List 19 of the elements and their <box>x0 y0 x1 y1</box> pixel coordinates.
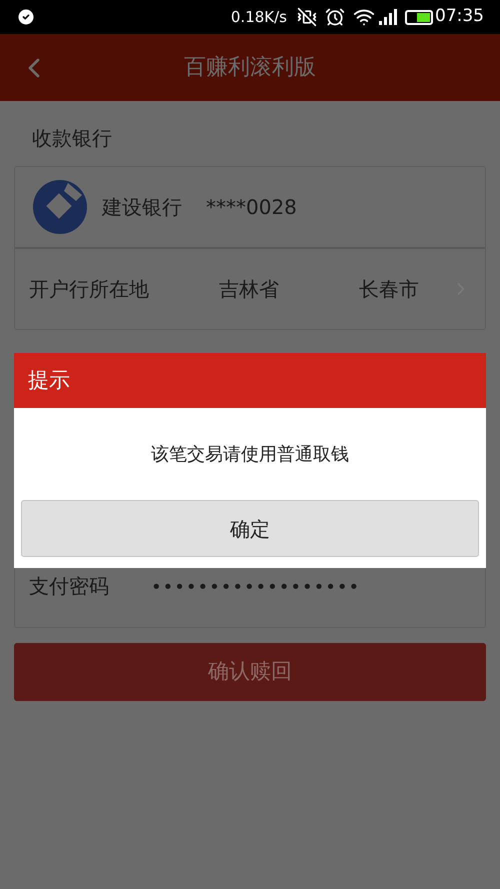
clock: 07:35 <box>435 5 484 28</box>
card-number: ****0028 <box>206 194 297 221</box>
dialog-message: 该笔交易请使用普通取钱 <box>150 443 350 467</box>
alarm-icon <box>325 7 345 27</box>
page-title: 百赚利滚利版 <box>183 54 317 82</box>
bank-name: 建设银行 <box>102 194 182 221</box>
dialog-title: 提示 <box>28 366 70 394</box>
network-speed: 0.18K/s <box>230 6 287 28</box>
battery-icon <box>405 10 433 24</box>
location-row[interactable]: 开户行所在地 吉林省 长春市 <box>15 249 485 329</box>
password-label: 支付密码 <box>29 573 110 600</box>
password-field[interactable]: •••••••••••••••••• <box>151 574 360 601</box>
ok-button[interactable]: 确定 <box>21 500 479 557</box>
section-label: 收款银行 <box>32 125 112 152</box>
vibrate-off-icon <box>297 7 317 27</box>
bank-logo-icon <box>32 179 88 235</box>
check-circle-icon <box>16 7 36 27</box>
confirm-redeem-button[interactable]: 确认赎回 <box>14 643 486 701</box>
signal-icon <box>379 9 399 25</box>
